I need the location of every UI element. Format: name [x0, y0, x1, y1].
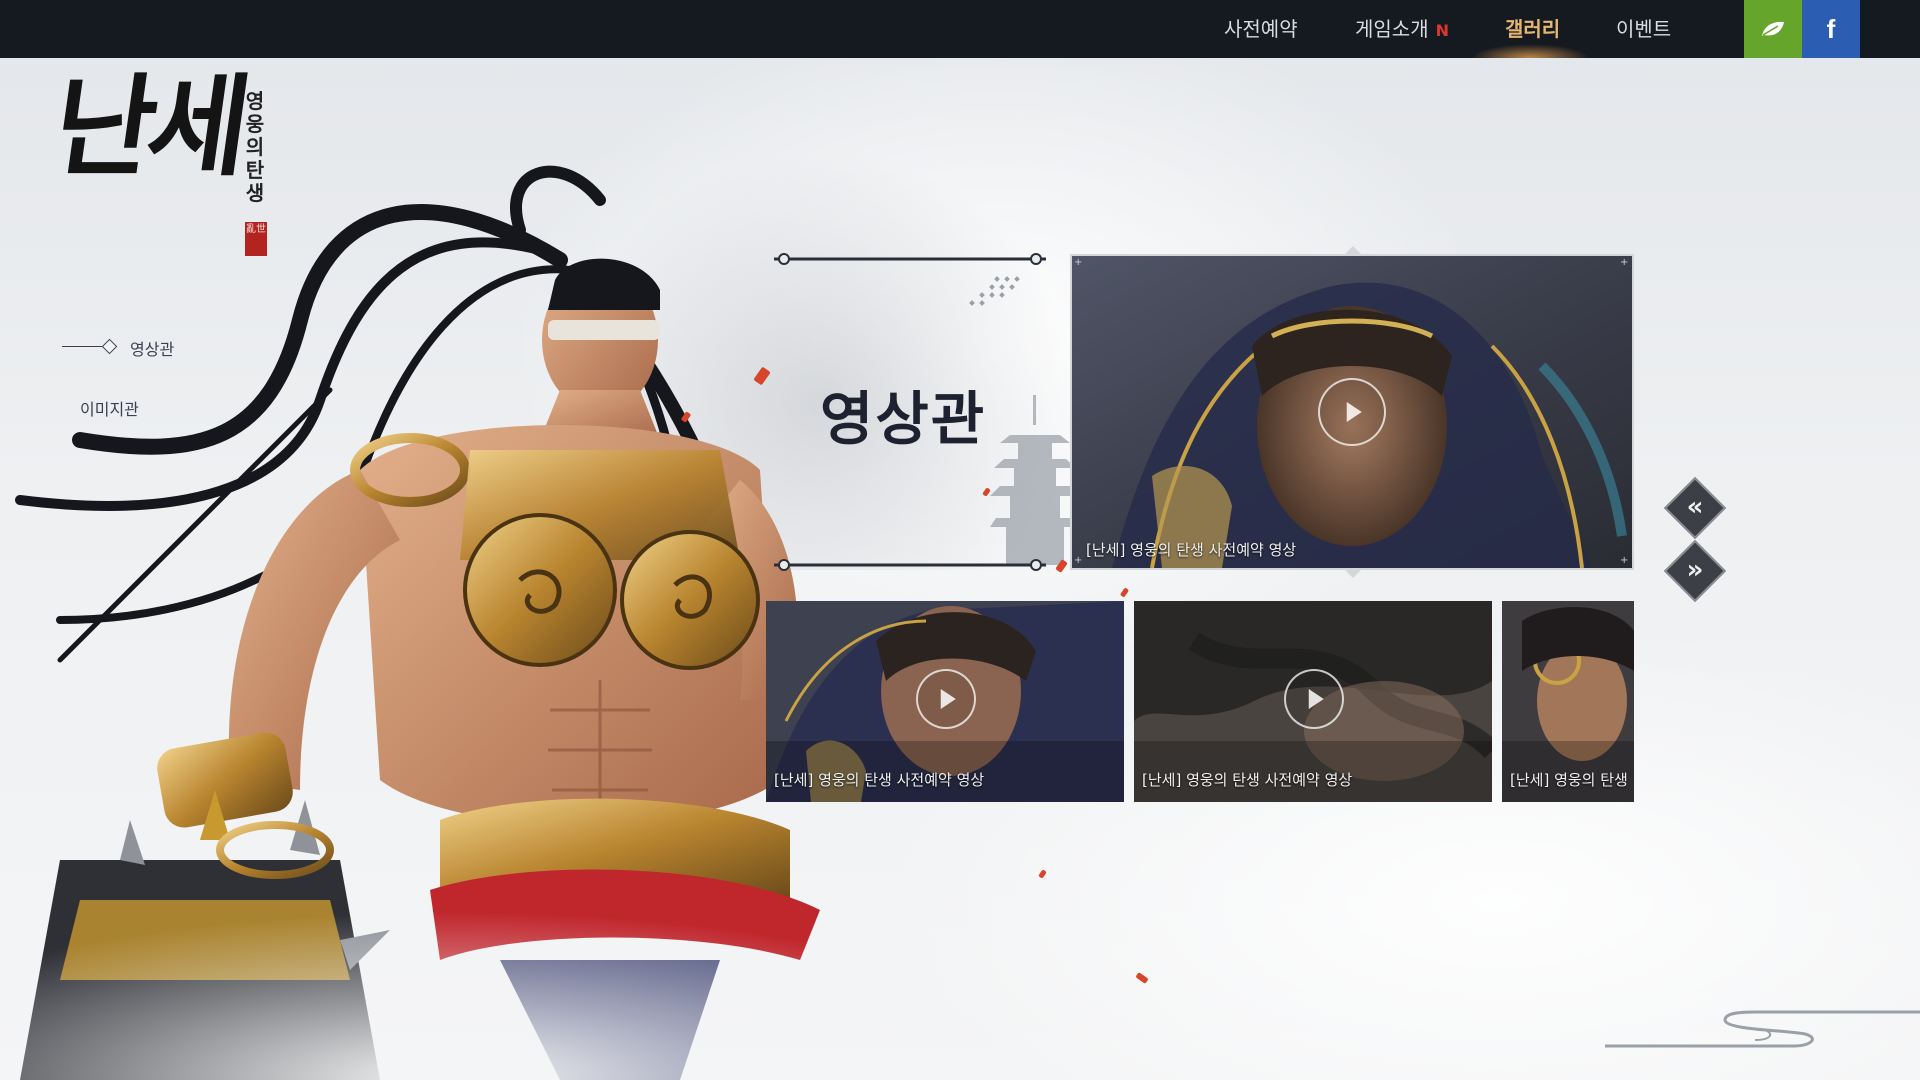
nav-item-label: 게임소개 — [1355, 17, 1429, 41]
thumbnail-caption: [난세] 영웅의 탄생 — [1510, 771, 1628, 789]
title-decoration-bottom — [774, 559, 1046, 571]
video-thumbnail[interactable]: [난세] 영웅의 탄생 — [1502, 601, 1634, 802]
frame-corner-ornament: + — [1620, 257, 1629, 268]
side-menu-video-gallery[interactable]: 영상관 — [130, 336, 174, 360]
nav-item-preregister[interactable]: 사전예약 — [1224, 0, 1298, 58]
play-icon[interactable] — [1318, 378, 1386, 446]
new-badge: N — [1435, 21, 1449, 40]
featured-video[interactable]: [난세] 영웅의 탄생 사전예약 영상 + + + + — [1070, 254, 1634, 570]
active-nav-glow — [1470, 44, 1590, 58]
facebook-button[interactable]: f — [1802, 0, 1860, 58]
nav-item-game-intro[interactable]: 게임소개 N — [1355, 0, 1449, 58]
thumbnail-caption: [난세] 영웅의 탄생 사전예약 영상 — [1142, 771, 1353, 789]
play-icon[interactable] — [916, 669, 976, 729]
game-logo[interactable]: 난세 영웅의탄생 亂世 — [46, 62, 275, 262]
thumbnail-caption: [난세] 영웅의 탄생 사전예약 영상 — [774, 771, 985, 789]
cloud-swirl-ornament — [1605, 1010, 1920, 1048]
logo-seal: 亂世 — [245, 222, 267, 256]
play-icon[interactable] — [1284, 669, 1344, 729]
facebook-icon: f — [1826, 13, 1836, 44]
logo-subtitle: 영웅의탄생 — [245, 89, 265, 205]
video-thumbnail[interactable]: [난세] 영웅의 탄생 사전예약 영상 — [766, 601, 1124, 802]
side-menu-image-gallery[interactable]: 이미지관 — [80, 396, 139, 420]
featured-video-caption: [난세] 영웅의 탄생 사전예약 영상 — [1086, 541, 1297, 559]
leaf-icon — [1762, 21, 1784, 36]
title-decoration-top — [774, 253, 1046, 265]
frame-corner-ornament: + — [1074, 257, 1083, 268]
nav-item-event[interactable]: 이벤트 — [1616, 0, 1671, 58]
dotted-ornament — [969, 276, 1020, 306]
section-title: 영상관 — [820, 385, 987, 453]
frame-corner-ornament: + — [1620, 555, 1629, 566]
featured-frame-notch-top — [1345, 246, 1361, 254]
pagoda-illustration — [990, 395, 1080, 565]
logo-title: 난세 — [46, 62, 251, 191]
featured-frame-notch-bottom — [1345, 570, 1361, 578]
hero-character-illustration — [0, 165, 900, 1080]
frame-corner-ornament: + — [1074, 555, 1083, 566]
leaf-share-button[interactable] — [1744, 0, 1802, 58]
video-thumbnail[interactable]: [난세] 영웅의 탄생 사전예약 영상 — [1134, 601, 1492, 802]
